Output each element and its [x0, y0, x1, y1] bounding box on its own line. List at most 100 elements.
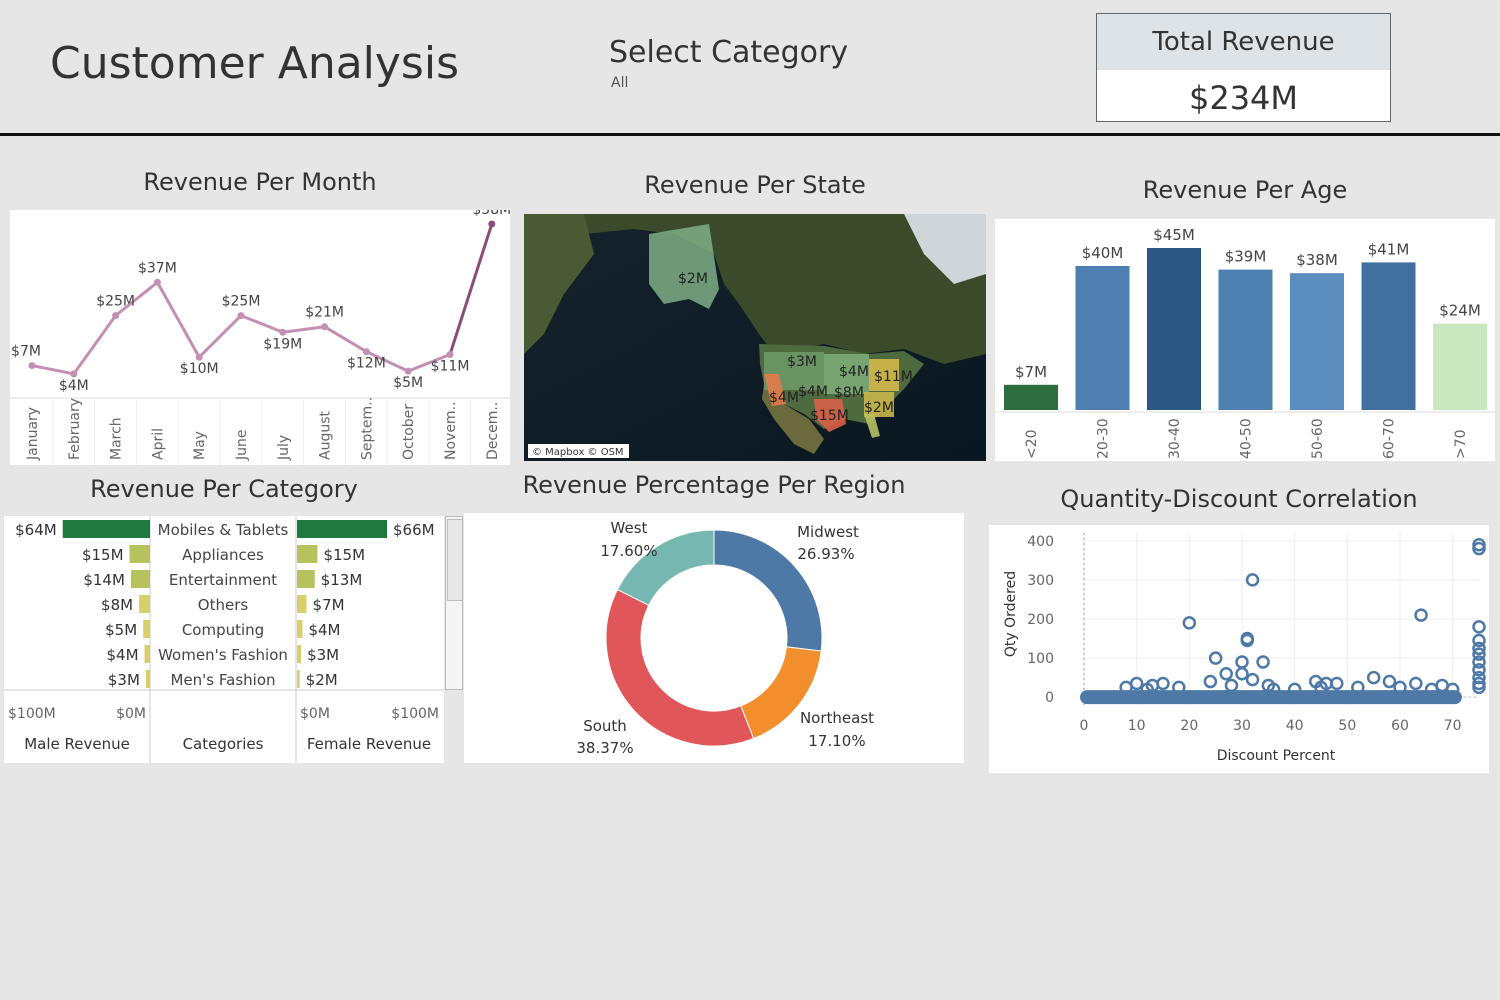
y-tick-label: 0: [1045, 690, 1054, 706]
map-label: $8M: [834, 385, 864, 401]
data-label: $25M: [96, 294, 135, 310]
line-segment: [240, 314, 284, 334]
scatter-chart: 0 10 20 30 40 50 60 70 0 100 200 300 400 Discount Per…: [1003, 533, 1486, 764]
filter-value[interactable]: All: [611, 75, 628, 91]
data-label: $12M: [347, 356, 386, 372]
y-tick-label: 300: [1027, 573, 1054, 589]
scatter-point: [1366, 670, 1381, 685]
line-point: [195, 353, 203, 361]
region-name: South: [583, 717, 627, 735]
x-tick-label: 20: [1180, 718, 1198, 734]
line-segment: [31, 364, 75, 376]
map-panel[interactable]: $2M $3M $4M $11M $4M $8M $4M $15M $2M © …: [524, 214, 986, 461]
age-bar: [1004, 384, 1058, 410]
scatter-point: [1245, 672, 1260, 687]
map-attribution[interactable]: © Mapbox © OSM: [532, 447, 624, 458]
data-label: $11M: [431, 358, 470, 374]
female-bar: [297, 620, 303, 638]
line-point: [28, 362, 36, 370]
data-label: $4M: [59, 378, 89, 394]
x-tick-label: 40-50: [1239, 418, 1255, 459]
scatter-point: [1382, 674, 1397, 689]
footer-label: Female Revenue: [307, 735, 431, 753]
scatter-chart-panel: 0 10 20 30 40 50 60 70 0 100 200 300 400 Discount Per…: [989, 525, 1489, 773]
header-divider: [0, 133, 1500, 136]
region-percent: 17.10%: [808, 732, 865, 750]
female-bar: [297, 670, 300, 688]
female-label: $3M: [307, 646, 339, 664]
male-bar: [62, 520, 150, 538]
x-tick-label: May: [192, 431, 208, 460]
male-label: $5M: [105, 621, 137, 639]
x-tick-label: 60-70: [1382, 418, 1398, 459]
x-tick-label: Septem..: [359, 397, 375, 460]
state-title: Revenue Per State: [644, 171, 866, 199]
x-tick-label: Decem..: [485, 402, 501, 460]
kpi-value: $234M: [1188, 79, 1299, 117]
region-chart: Midwest 26.93% Northeast 17.10% South 38.37% W…: [576, 519, 874, 757]
male-label: $8M: [101, 596, 133, 614]
map-label: $4M: [839, 364, 869, 380]
scatter-point: [1156, 676, 1170, 691]
map-label: $11M: [874, 369, 913, 385]
axis-tick: $0M: [300, 706, 330, 722]
category-label: Mobiles & Tablets: [158, 521, 289, 539]
line-point: [488, 220, 496, 228]
male-bar: [145, 670, 150, 688]
age-chart-panel: $7M <20 $40M 20-30 $45M 30-40 $39M 40-50 $38M 50-…: [995, 219, 1495, 461]
age-bar: [1433, 323, 1487, 410]
region-name: West: [611, 519, 648, 537]
scatter-point: [1409, 676, 1423, 691]
axis-tick: $100M: [391, 706, 439, 722]
axis-tick: $100M: [8, 706, 56, 722]
line-point: [446, 350, 454, 358]
age-bar: [1075, 266, 1130, 410]
donut-slice: [605, 588, 755, 747]
x-tick-label: <20: [1024, 429, 1040, 459]
x-tick-label: June: [234, 430, 250, 462]
age-bar: [1218, 269, 1273, 410]
region-title: Revenue Percentage Per Region: [522, 471, 906, 499]
region-name: Midwest: [797, 523, 859, 541]
map-view[interactable]: $2M $3M $4M $11M $4M $8M $4M $15M $2M © …: [524, 214, 986, 461]
data-label: $38M: [1296, 251, 1338, 269]
female-label: $15M: [323, 546, 365, 564]
male-label: $4M: [107, 646, 139, 664]
data-label: $37M: [138, 260, 177, 276]
line-segment: [198, 314, 243, 359]
data-label: $7M: [1015, 363, 1047, 381]
scrollbar-thumb[interactable]: [447, 519, 463, 601]
page-title: Customer Analysis: [50, 38, 459, 89]
female-label: $13M: [321, 571, 363, 589]
female-label: $2M: [306, 671, 338, 689]
line-point: [362, 348, 370, 356]
female-label: $4M: [308, 621, 340, 639]
x-tick-label: 70: [1444, 718, 1462, 734]
x-tick-label: 50-60: [1310, 418, 1326, 459]
x-tick-label: August: [318, 410, 334, 460]
data-label: $58M: [472, 210, 510, 218]
map-label: $2M: [678, 271, 708, 287]
category-chart: $64M Mobiles & Tablets $66M $15M Appliances $…: [4, 516, 444, 763]
x-tick-label: April: [150, 428, 166, 460]
line-segment: [156, 281, 201, 358]
age-bar: [1147, 248, 1201, 410]
map-label: $4M: [769, 390, 799, 406]
line-segment: [448, 223, 494, 355]
female-bar: [297, 545, 318, 563]
category-chart-panel: $64M Mobiles & Tablets $66M $15M Appliances $…: [4, 516, 444, 763]
data-label: $21M: [305, 305, 344, 321]
alaska-region: [649, 224, 719, 309]
scatter-point: [1203, 674, 1218, 689]
male-bar: [130, 570, 150, 588]
y-axis-label: Qty Ordered: [1003, 571, 1019, 657]
month-title: Revenue Per Month: [143, 168, 377, 196]
category-scrollbar[interactable]: [445, 516, 463, 690]
category-label: Women's Fashion: [158, 646, 288, 664]
data-label: $39M: [1225, 248, 1267, 266]
x-tick-label: 20-30: [1096, 418, 1112, 459]
age-bar: [1290, 273, 1344, 410]
line-point: [404, 367, 412, 375]
x-tick-label: 50: [1338, 718, 1356, 734]
data-label: $10M: [180, 361, 219, 377]
